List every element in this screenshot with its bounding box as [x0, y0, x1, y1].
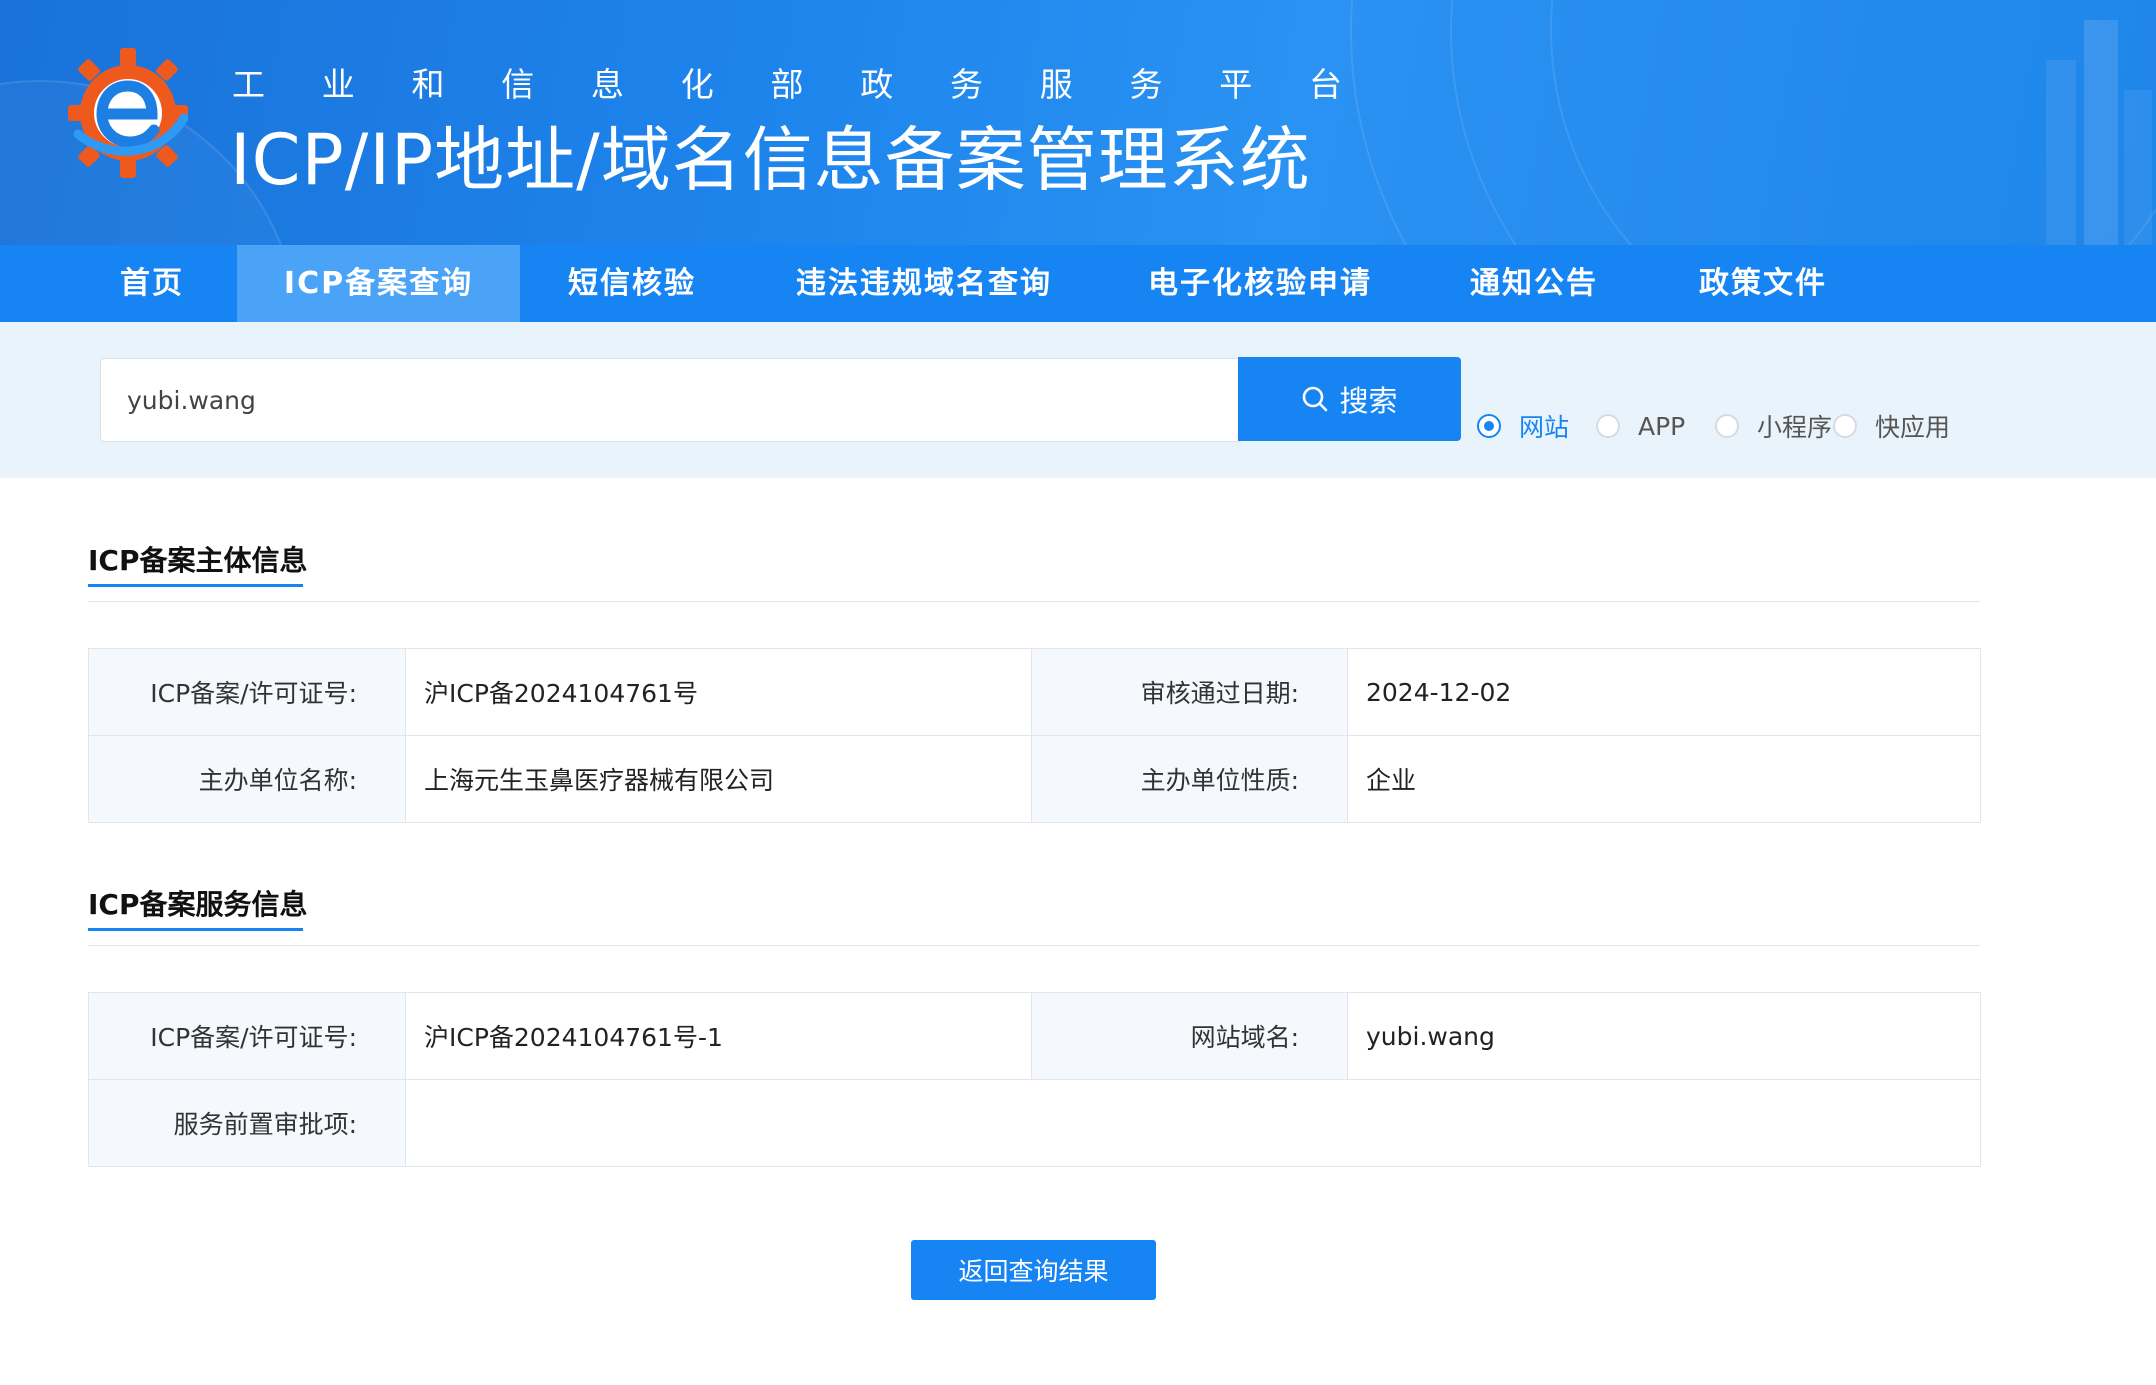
table-row: ICP备案/许可证号: 沪ICP备2024104761号-1 网站域名: yub…: [88, 992, 1981, 1080]
radio-label: 快应用: [1875, 413, 1951, 442]
search-input[interactable]: [100, 358, 1240, 442]
section-divider: [88, 601, 1980, 602]
service-section-title: ICP备案服务信息: [88, 888, 308, 921]
section-divider: [88, 945, 1980, 946]
radio-website[interactable]: 网站: [1477, 408, 1569, 444]
nav-item-icp-query[interactable]: ICP备案查询: [237, 245, 520, 322]
icp-license-label: ICP备案/许可证号:: [88, 648, 406, 736]
organizer-name-value: 上海元生玉鼻医疗器械有限公司: [405, 735, 1032, 823]
icp-license-value: 沪ICP备2024104761号: [405, 648, 1032, 736]
radio-label: APP: [1638, 411, 1686, 441]
radio-unchecked-icon: [1833, 414, 1857, 438]
pre-approval-value: [405, 1079, 1981, 1167]
nav-item-e-verify-apply[interactable]: 电子化核验申请: [1140, 245, 1380, 322]
ministry-subtitle: 工业和信息化部政务服务平台: [232, 58, 1342, 106]
nav-item-illegal-domain[interactable]: 违法违规域名查询: [784, 245, 1064, 322]
subtitle-char: 务: [950, 65, 983, 104]
subtitle-char: 化: [680, 65, 714, 104]
city-towers-decoration: [2046, 20, 2152, 245]
main-nav: 首页 ICP备案查询 短信核验 违法违规域名查询 电子化核验申请 通知公告 政策…: [0, 245, 2156, 322]
organizer-nature-value: 企业: [1347, 735, 1981, 823]
radio-checked-icon: [1477, 414, 1501, 438]
table-row: ICP备案/许可证号: 沪ICP备2024104761号 审核通过日期: 202…: [88, 648, 1981, 736]
table-row: 服务前置审批项:: [88, 1079, 1981, 1167]
back-to-results-button[interactable]: 返回查询结果: [911, 1240, 1156, 1300]
website-domain-label: 网站域名:: [1031, 992, 1348, 1080]
radio-unchecked-icon: [1596, 414, 1620, 438]
header-banner: 工 业 和 信 息 化 部 政 务 服 务 平 台 ICP/IP地址/域名信息备案管理系统: [0, 0, 2156, 245]
organizer-nature-label: 主办单位性质:: [1031, 735, 1348, 823]
radio-label: 网站: [1519, 413, 1570, 442]
website-domain-value: yubi.wang: [1347, 992, 1981, 1080]
subtitle-char: 平: [1219, 65, 1253, 104]
nav-item-notices[interactable]: 通知公告: [1462, 245, 1606, 322]
search-icon: [1303, 386, 1328, 412]
radio-quick-app[interactable]: 快应用: [1833, 408, 1950, 444]
radio-app[interactable]: APP: [1596, 408, 1685, 444]
subtitle-char: 服: [1039, 65, 1073, 104]
table-row: 主办单位名称: 上海元生玉鼻医疗器械有限公司 主办单位性质: 企业: [88, 735, 1981, 823]
search-button-label: 搜索: [1339, 384, 1398, 418]
nav-item-home[interactable]: 首页: [94, 245, 210, 322]
organizer-name-label: 主办单位名称:: [88, 735, 406, 823]
radio-mini-program[interactable]: 小程序: [1715, 408, 1832, 444]
approval-date-value: 2024-12-02: [1347, 648, 1981, 736]
subject-info-table: ICP备案/许可证号: 沪ICP备2024104761号 审核通过日期: 202…: [88, 648, 1981, 823]
subtitle-char: 信: [501, 65, 535, 104]
miit-e-gear-logo-icon: [68, 48, 188, 178]
subtitle-char: 部: [770, 65, 804, 104]
subtitle-char: 台: [1309, 65, 1342, 104]
service-license-label: ICP备案/许可证号:: [88, 992, 406, 1080]
section-title-underline: [88, 928, 303, 931]
subtitle-char: 息: [591, 65, 624, 104]
approval-date-label: 审核通过日期:: [1031, 648, 1348, 736]
subtitle-char: 业: [321, 65, 355, 104]
subtitle-char: 务: [1129, 65, 1163, 104]
subject-section-title: ICP备案主体信息: [88, 544, 308, 577]
section-title-underline: [88, 584, 303, 587]
subtitle-char: 工: [232, 65, 265, 104]
nav-item-policies[interactable]: 政策文件: [1690, 245, 1836, 322]
search-button[interactable]: 搜索: [1238, 357, 1461, 441]
radio-label: 小程序: [1757, 413, 1833, 442]
radio-unchecked-icon: [1715, 414, 1739, 438]
nav-item-sms-verify[interactable]: 短信核验: [548, 245, 716, 322]
subtitle-char: 政: [860, 65, 894, 104]
service-info-table: ICP备案/许可证号: 沪ICP备2024104761号-1 网站域名: yub…: [88, 992, 1981, 1167]
subtitle-char: 和: [411, 65, 445, 104]
system-title: ICP/IP地址/域名信息备案管理系统: [230, 119, 1311, 201]
pre-approval-label: 服务前置审批项:: [88, 1079, 406, 1167]
service-license-value: 沪ICP备2024104761号-1: [405, 992, 1032, 1080]
